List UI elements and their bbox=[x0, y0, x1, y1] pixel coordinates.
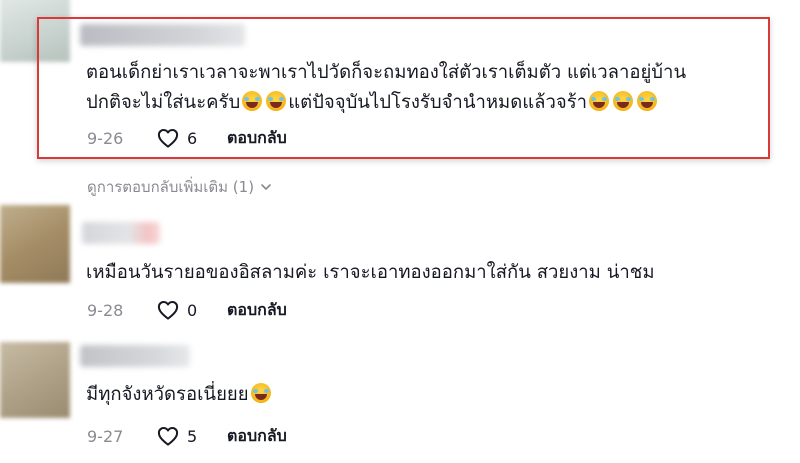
like-button[interactable] bbox=[157, 300, 187, 320]
laughing-emoji-icon bbox=[250, 383, 271, 403]
heart-outline-icon bbox=[157, 301, 179, 320]
comment-meta: 9-28 0 ตอบกลับ bbox=[87, 298, 287, 322]
view-replies-label: ดูการตอบกลับเพิ่มเติม (1) bbox=[87, 178, 255, 196]
comment-text-segment: มีทุกจังหวัดรอเนี่ยยย bbox=[86, 384, 249, 405]
reply-button[interactable]: ตอบกลับ bbox=[227, 424, 287, 449]
view-more-replies-button[interactable]: ดูการตอบกลับเพิ่มเติม (1) bbox=[87, 175, 272, 199]
chevron-down-icon bbox=[261, 184, 271, 190]
comment-text: มีทุกจังหวัดรอเนี่ยยย bbox=[86, 380, 273, 410]
like-count: 5 bbox=[187, 426, 198, 446]
reply-button[interactable]: ตอบกลับ bbox=[227, 298, 287, 323]
comment-date: 9-27 bbox=[87, 426, 124, 446]
highlight-box bbox=[37, 17, 770, 159]
comment-meta: 9-27 5 ตอบกลับ bbox=[87, 424, 287, 448]
like-count: 0 bbox=[187, 300, 198, 320]
avatar[interactable] bbox=[0, 342, 70, 418]
heart-outline-icon bbox=[157, 427, 179, 446]
like-button[interactable] bbox=[157, 426, 187, 446]
comment-date: 9-28 bbox=[87, 300, 124, 320]
username-blurred[interactable] bbox=[80, 345, 190, 367]
comment-section: ตอนเด็กย่าเราเวลาจะพาเราไปวัดก็จะถมทองใส… bbox=[0, 0, 800, 463]
username-blurred[interactable] bbox=[82, 222, 160, 244]
avatar[interactable] bbox=[0, 205, 70, 283]
comment-text: เหมือนวันรายอของอิสลามค่ะ เราจะเอาทองออก… bbox=[86, 262, 655, 283]
